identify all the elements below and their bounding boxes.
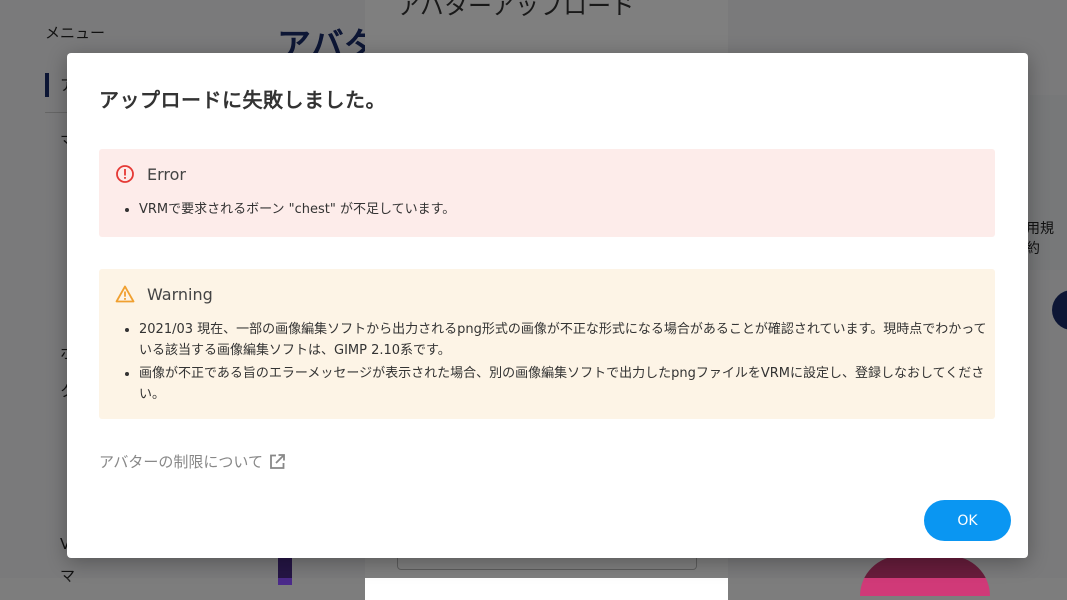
error-list: VRMで要求されるボーン "chest" が不足しています。 <box>123 199 989 220</box>
error-heading: Error <box>147 164 186 184</box>
warning-item: 画像が不正である旨のエラーメッセージが表示された場合、別の画像編集ソフトで出力し… <box>139 363 989 405</box>
warning-alert-header: Warning <box>115 284 213 304</box>
warning-list: 2021/03 現在、一部の画像編集ソフトから出力されるpng形式の画像が不正な… <box>123 319 989 405</box>
error-item: VRMで要求されるボーン "chest" が不足しています。 <box>139 199 989 220</box>
error-circle-icon <box>115 164 135 184</box>
error-alert: Error VRMで要求されるボーン "chest" が不足しています。 <box>99 149 995 237</box>
dialog-title: アップロードに失敗しました。 <box>99 88 386 112</box>
warning-item: 2021/03 現在、一部の画像編集ソフトから出力されるpng形式の画像が不正な… <box>139 319 989 361</box>
error-alert-header: Error <box>115 164 186 184</box>
avatar-limits-link-label: アバターの制限について <box>99 453 263 471</box>
external-link-icon <box>267 452 287 472</box>
warning-alert: Warning 2021/03 現在、一部の画像編集ソフトから出力されるpng形… <box>99 269 995 419</box>
upload-failed-dialog: アップロードに失敗しました。 Error VRMで要求されるボーン "chest… <box>67 53 1028 558</box>
avatar-limits-link[interactable]: アバターの制限について <box>99 451 287 472</box>
ok-button[interactable]: OK <box>924 500 1011 541</box>
warning-triangle-icon <box>115 284 135 304</box>
warning-heading: Warning <box>147 284 213 304</box>
